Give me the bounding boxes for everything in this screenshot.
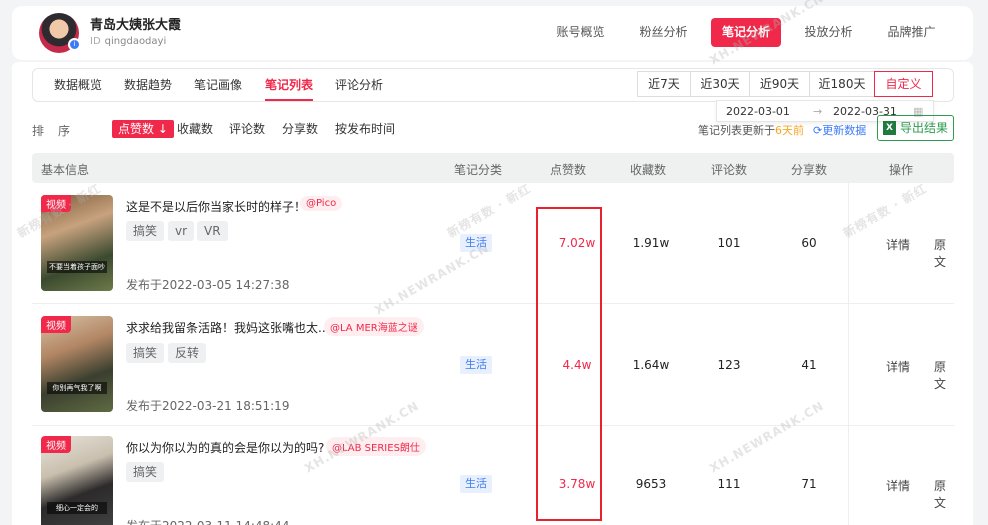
source-link[interactable]: 原文 <box>934 477 954 511</box>
likes-value: 3.78w <box>558 477 596 491</box>
detail-link[interactable]: 详情 <box>886 358 910 375</box>
th-likes: 点赞数 <box>550 163 587 177</box>
account-id-label: ID <box>90 36 101 47</box>
video-tag: 视频 <box>41 436 71 453</box>
detail-link[interactable]: 详情 <box>886 236 910 253</box>
range-30d-button[interactable]: 近30天 <box>690 71 750 97</box>
nav-ad-analysis[interactable]: 投放分析 <box>801 18 856 47</box>
account-header-card: i 青岛大姨张大霞 ID qingdaodayi 账号概览 粉丝分析 笔记分析 投… <box>12 6 973 60</box>
note-tag: 反转 <box>168 343 207 363</box>
refresh-data-link[interactable]: ⟳更新数据 <box>813 122 866 138</box>
video-tag: 视频 <box>41 316 71 333</box>
note-title[interactable]: 求求给我留条活路！我妈这张嘴也太... <box>126 319 329 336</box>
verified-badge-icon: i <box>68 38 81 51</box>
shares-value: 60 <box>801 236 817 250</box>
range-custom-button[interactable]: 自定义 <box>874 71 933 97</box>
source-link[interactable]: 原文 <box>934 358 954 392</box>
collects-value: 1.64w <box>632 358 670 372</box>
update-note-ago: 6天前 <box>775 124 804 137</box>
range-90d-button[interactable]: 近90天 <box>749 71 810 97</box>
tab-note-list[interactable]: 笔记列表 <box>265 69 314 101</box>
publish-time: 发布于2022-03-11 14:48:44 <box>126 517 289 525</box>
tab-data-trend[interactable]: 数据趋势 <box>124 69 172 101</box>
date-start[interactable]: 2022-03-01 <box>726 105 790 118</box>
range-7d-button[interactable]: 近7天 <box>637 71 691 97</box>
thumbnail-caption: 你别再气我了啊 <box>47 382 107 394</box>
th-shares: 分享数 <box>791 163 828 177</box>
tab-comment-analysis[interactable]: 评论分析 <box>335 69 383 101</box>
thumbnail-caption: 不要当着孩子面吵 <box>47 261 107 273</box>
refresh-data-label: 更新数据 <box>822 124 867 137</box>
note-tag: VR <box>197 221 228 241</box>
nav-brand-promotion[interactable]: 品牌推广 <box>884 18 939 47</box>
category-badge: 生活 <box>460 356 492 374</box>
range-180d-button[interactable]: 近180天 <box>809 71 875 97</box>
nav-account-overview[interactable]: 账号概览 <box>553 18 608 47</box>
account-id: ID qingdaodayi <box>90 36 166 47</box>
category-badge: 生活 <box>460 475 492 493</box>
notes-list-panel: 数据概览 数据趋势 笔记画像 笔记列表 评论分析 近7天 近30天 近90天 近… <box>12 0 973 525</box>
th-collects: 收藏数 <box>630 163 667 177</box>
note-thumbnail[interactable]: 视频 细心一定会的 <box>41 436 113 525</box>
update-note: 笔记列表更新于6天前 <box>698 122 804 138</box>
likes-value: 4.4w <box>562 358 592 372</box>
likes-value: 7.02w <box>558 236 596 250</box>
th-comments: 评论数 <box>711 163 748 177</box>
sort-by-likes-label: 点赞数 <box>118 122 155 136</box>
shares-value: 71 <box>801 477 817 491</box>
table-header: 基本信息 笔记分类 点赞数 收藏数 评论数 分享数 操作 <box>32 153 954 183</box>
sort-by-collects[interactable]: 收藏数 <box>177 120 213 138</box>
table-row: 视频 细心一定会的 你以为你以为的真的会是你以为的吗? @LAB SERIES朗… <box>32 426 954 525</box>
note-tag: vr <box>168 221 195 241</box>
th-category: 笔记分类 <box>454 163 503 177</box>
comments-value: 101 <box>717 236 741 250</box>
account-avatar: i <box>39 13 81 53</box>
publish-time: 发布于2022-03-05 14:27:38 <box>126 278 290 292</box>
sort-label: 排序 <box>32 124 85 138</box>
account-name: 青岛大姨张大霞 <box>90 18 182 33</box>
sort-by-likes[interactable]: 点赞数 ↓ <box>112 120 174 138</box>
excel-icon: X <box>883 121 896 135</box>
th-operations: 操作 <box>889 163 914 177</box>
source-link[interactable]: 原文 <box>934 236 954 270</box>
note-tag: 搞笑 <box>126 462 165 482</box>
publish-time: 发布于2022-03-21 18:51:19 <box>126 399 290 413</box>
note-title[interactable]: 你以为你以为的真的会是你以为的吗? <box>126 439 324 456</box>
nav-fans-analysis[interactable]: 粉丝分析 <box>636 18 691 47</box>
note-title[interactable]: 这是不是以后你当家长时的样子！ <box>126 198 306 215</box>
shares-value: 41 <box>801 358 817 372</box>
sort-desc-icon: ↓ <box>154 122 168 136</box>
sort-by-shares[interactable]: 分享数 <box>282 120 318 138</box>
export-results-button[interactable]: X 导出结果 <box>877 115 954 141</box>
comments-value: 111 <box>717 477 741 491</box>
collects-value: 1.91w <box>632 236 670 250</box>
refresh-icon: ⟳ <box>813 124 823 137</box>
tab-note-profile[interactable]: 笔记画像 <box>194 69 242 101</box>
arrow-right-icon: → <box>813 105 823 118</box>
brand-mention[interactable]: @Pico <box>300 196 343 211</box>
account-id-value: qingdaodayi <box>104 36 167 47</box>
sort-by-publish-time[interactable]: 按发布时间 <box>335 120 395 138</box>
detail-link[interactable]: 详情 <box>886 477 910 494</box>
sort-by-comments[interactable]: 评论数 <box>229 120 265 138</box>
note-tag: 搞笑 <box>126 343 165 363</box>
note-thumbnail[interactable]: 视频 你别再气我了啊 <box>41 316 113 412</box>
brand-mention[interactable]: @LA MER海蓝之谜 <box>324 317 424 336</box>
update-note-prefix: 笔记列表更新于 <box>698 124 775 137</box>
th-basic-info: 基本信息 <box>41 163 90 177</box>
tab-data-overview[interactable]: 数据概览 <box>54 69 102 101</box>
collects-value: 9653 <box>635 477 667 491</box>
thumbnail-caption: 细心一定会的 <box>47 502 107 514</box>
export-results-label: 导出结果 <box>900 121 949 135</box>
comments-value: 123 <box>717 358 741 372</box>
note-tag: 搞笑 <box>126 221 165 241</box>
